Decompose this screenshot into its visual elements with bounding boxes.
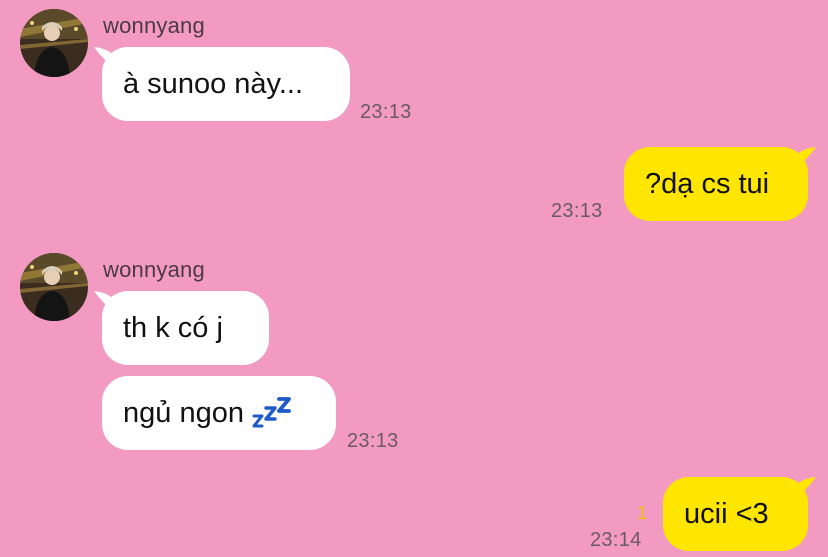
message-timestamp: 23:13 xyxy=(347,430,399,452)
message-text: ?dạ cs tui xyxy=(645,167,770,200)
message-timestamp: 23:13 xyxy=(360,101,412,123)
message-bubble-incoming[interactable]: th k có j xyxy=(102,291,269,365)
message-timestamp: 23:14 xyxy=(590,529,642,551)
sender-name: wonnyang xyxy=(103,13,205,38)
sender-name: wonnyang xyxy=(103,257,205,282)
message-timestamp: 23:13 xyxy=(551,200,603,222)
message-text: ngủ ngon xyxy=(123,396,244,429)
bubble-tail xyxy=(792,477,816,501)
avatar[interactable] xyxy=(20,9,88,77)
bubble-tail xyxy=(792,147,816,171)
message-text: à sunoo này... xyxy=(123,67,304,100)
message-text: ucii <3 xyxy=(684,497,769,530)
message-bubble-outgoing[interactable]: ucii <3 xyxy=(663,477,808,551)
avatar[interactable] xyxy=(20,253,88,321)
message-text: th k có j xyxy=(123,311,223,344)
unread-count: 1 xyxy=(637,503,648,523)
zzz-icon xyxy=(252,397,291,428)
avatar-image xyxy=(20,253,88,321)
avatar-image xyxy=(20,9,88,77)
message-bubble-incoming[interactable]: ngủ ngon xyxy=(102,376,336,450)
message-bubble-incoming[interactable]: à sunoo này... xyxy=(102,47,350,121)
message-bubble-outgoing[interactable]: ?dạ cs tui xyxy=(624,147,808,221)
